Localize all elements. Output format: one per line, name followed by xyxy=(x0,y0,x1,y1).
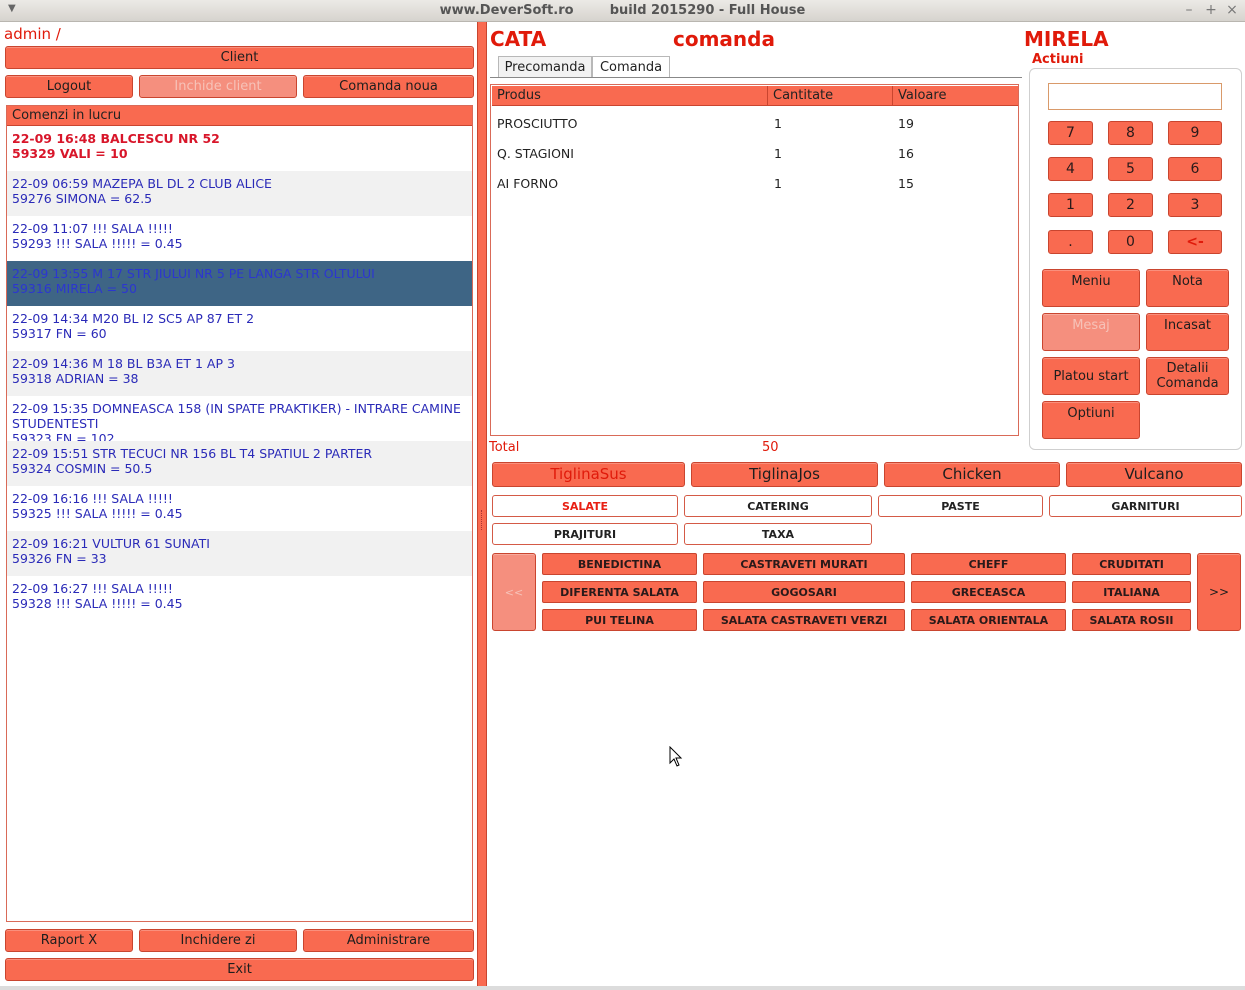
category-chicken-button[interactable]: Chicken xyxy=(884,462,1060,487)
next-page-button[interactable]: >> xyxy=(1197,553,1241,631)
product-salata-rosii-button[interactable]: SALATA ROSII xyxy=(1072,609,1191,631)
administrare-button[interactable]: Administrare xyxy=(303,929,474,952)
order-item[interactable]: 22-09 16:16 !!! SALA !!!!! 59325 !!! SALA… xyxy=(7,486,472,531)
keypad-9[interactable]: 9 xyxy=(1168,121,1222,145)
keypad-decimal[interactable]: . xyxy=(1048,230,1093,254)
order-item[interactable]: 22-09 14:34 M20 BL I2 SC5 AP 87 ET 2 5931… xyxy=(7,306,472,351)
order-item[interactable]: 22-09 14:36 M 18 BL B3A ET 1 AP 3 59318 A… xyxy=(7,351,472,396)
subcategory-taxa-button[interactable]: TAXA xyxy=(684,523,872,545)
category-tiglinasus-button[interactable]: TiglinaSus xyxy=(492,462,685,487)
product-italiana-button[interactable]: ITALIANA xyxy=(1072,581,1191,603)
row-value[interactable]: 19 xyxy=(892,116,914,131)
window-titlebar: ▼ www.DeverSoft.ro build 2015290 - Full … xyxy=(0,0,1245,22)
taskbar-strip xyxy=(0,986,1245,990)
order-item[interactable]: 22-09 16:27 !!! SALA !!!!! 59328 !!! SALA… xyxy=(7,576,472,621)
mouse-pointer-icon xyxy=(669,746,683,767)
order-item[interactable]: 22-09 11:07 !!! SALA !!!!! 59293 !!! SALA… xyxy=(7,216,472,261)
product-salata-castraveti-verzi-button[interactable]: SALATA CASTRAVETI VERZI xyxy=(703,609,905,631)
panel-splitter[interactable] xyxy=(477,22,487,986)
keypad-5[interactable]: 5 xyxy=(1108,157,1153,181)
column-header-cantitate[interactable]: Cantitate xyxy=(768,86,893,106)
order-item-selected[interactable]: 22-09 13:55 M 17 STR JIULUI NR 5 PE LANG… xyxy=(7,261,472,306)
column-header-produs[interactable]: Produs xyxy=(492,86,768,106)
mesaj-button[interactable]: Mesaj xyxy=(1042,313,1140,351)
previous-page-button[interactable]: << xyxy=(492,553,536,631)
keypad-6[interactable]: 6 xyxy=(1168,157,1222,181)
minimize-icon[interactable]: – xyxy=(1180,2,1198,18)
tab-underline xyxy=(490,77,1022,78)
logout-button[interactable]: Logout xyxy=(5,75,133,98)
splitter-grip-icon xyxy=(481,510,483,530)
amount-input[interactable] xyxy=(1048,83,1222,110)
product-benedictina-button[interactable]: BENEDICTINA xyxy=(542,553,697,575)
category-vulcano-button[interactable]: Vulcano xyxy=(1066,462,1242,487)
order-item[interactable]: 22-09 06:59 MAZEPA BL DL 2 CLUB ALICE 592… xyxy=(7,171,472,216)
row-quantity[interactable]: 1 xyxy=(768,176,782,191)
column-header-valoare[interactable]: Valoare xyxy=(893,86,1018,106)
product-salata-orientala-button[interactable]: SALATA ORIENTALA xyxy=(911,609,1066,631)
product-cheff-button[interactable]: CHEFF xyxy=(911,553,1066,575)
product-greceasca-button[interactable]: GRECEASCA xyxy=(911,581,1066,603)
product-gogosari-button[interactable]: GOGOSARI xyxy=(703,581,905,603)
product-cruditati-button[interactable]: CRUDITATI xyxy=(1072,553,1191,575)
subcategory-garnituri-button[interactable]: GARNITURI xyxy=(1049,495,1242,517)
row-value[interactable]: 16 xyxy=(892,146,914,161)
total-label: Total xyxy=(489,440,520,455)
subcategory-paste-button[interactable]: PASTE xyxy=(878,495,1043,517)
platou-start-button[interactable]: Platou start xyxy=(1042,357,1140,395)
tab-precomanda[interactable]: Precomanda xyxy=(498,56,592,78)
page-title: comanda xyxy=(673,27,775,51)
keypad-3[interactable]: 3 xyxy=(1168,193,1222,217)
subcategory-salate-button[interactable]: SALATE xyxy=(492,495,678,517)
comanda-noua-button[interactable]: Comanda noua xyxy=(303,75,474,98)
actions-label: Actiuni xyxy=(1032,52,1084,67)
keypad-1[interactable]: 1 xyxy=(1048,193,1093,217)
row-value[interactable]: 15 xyxy=(892,176,914,191)
nota-button[interactable]: Nota xyxy=(1146,269,1229,307)
total-value: 50 xyxy=(762,440,779,455)
order-table: Produs Cantitate Valoare PROSCIUTTO 1 19… xyxy=(490,84,1019,436)
close-icon[interactable]: × xyxy=(1223,2,1241,18)
subcategory-prajituri-button[interactable]: PRAJITURI xyxy=(492,523,678,545)
product-castraveti-murati-button[interactable]: CASTRAVETI MURATI xyxy=(703,553,905,575)
detalii-comanda-button[interactable]: Detalii Comanda xyxy=(1146,357,1229,395)
keypad-2[interactable]: 2 xyxy=(1108,193,1153,217)
order-item[interactable]: 22-09 15:51 STR TECUCI NR 156 BL T4 SPAT… xyxy=(7,441,472,486)
order-item[interactable]: 22-09 15:35 DOMNEASCA 158 (IN SPATE PRAK… xyxy=(7,396,472,441)
keypad-4[interactable]: 4 xyxy=(1048,157,1093,181)
waiter-name: MIRELA xyxy=(1024,27,1109,51)
orders-list-header: Comenzi in lucru xyxy=(7,106,472,126)
tab-comanda[interactable]: Comanda xyxy=(592,56,670,78)
inchide-client-button[interactable]: Inchide client xyxy=(139,75,297,98)
user-breadcrumb: admin / xyxy=(4,25,61,43)
product-diferenta-salata-button[interactable]: DIFERENTA SALATA xyxy=(542,581,697,603)
incasat-button[interactable]: Incasat xyxy=(1146,313,1229,351)
row-product[interactable]: Q. STAGIONI xyxy=(491,146,574,161)
maximize-icon[interactable]: + xyxy=(1202,2,1220,18)
raport-x-button[interactable]: Raport X xyxy=(5,929,133,952)
keypad-8[interactable]: 8 xyxy=(1108,121,1153,145)
row-product[interactable]: AI FORNO xyxy=(491,176,558,191)
row-quantity[interactable]: 1 xyxy=(768,116,782,131)
exit-button[interactable]: Exit xyxy=(5,958,474,981)
meniu-button[interactable]: Meniu xyxy=(1042,269,1140,307)
subcategory-catering-button[interactable]: CATERING xyxy=(684,495,872,517)
inchidere-zi-button[interactable]: Inchidere zi xyxy=(139,929,297,952)
client-button[interactable]: Client xyxy=(5,46,474,69)
keypad-0[interactable]: 0 xyxy=(1108,230,1153,254)
product-pui-telina-button[interactable]: PUI TELINA xyxy=(542,609,697,631)
row-quantity[interactable]: 1 xyxy=(768,146,782,161)
window-title: www.DeverSoft.ro build 2015290 - Full Ho… xyxy=(439,3,806,18)
optiuni-button[interactable]: Optiuni xyxy=(1042,401,1140,439)
order-item[interactable]: 22-09 16:48 BALCESCU NR 52 59329 VALI = 1… xyxy=(7,126,472,171)
order-item[interactable]: 22-09 16:21 VULTUR 61 SUNATI 59326 FN = 3… xyxy=(7,531,472,576)
keypad-7[interactable]: 7 xyxy=(1048,121,1093,145)
category-tiglinajos-button[interactable]: TiglinaJos xyxy=(691,462,878,487)
table-name: CATA xyxy=(490,27,547,51)
orders-list: Comenzi in lucru 22-09 16:48 BALCESCU NR… xyxy=(6,105,473,922)
keypad-backspace[interactable]: <- xyxy=(1168,230,1222,254)
row-product[interactable]: PROSCIUTTO xyxy=(491,116,577,131)
